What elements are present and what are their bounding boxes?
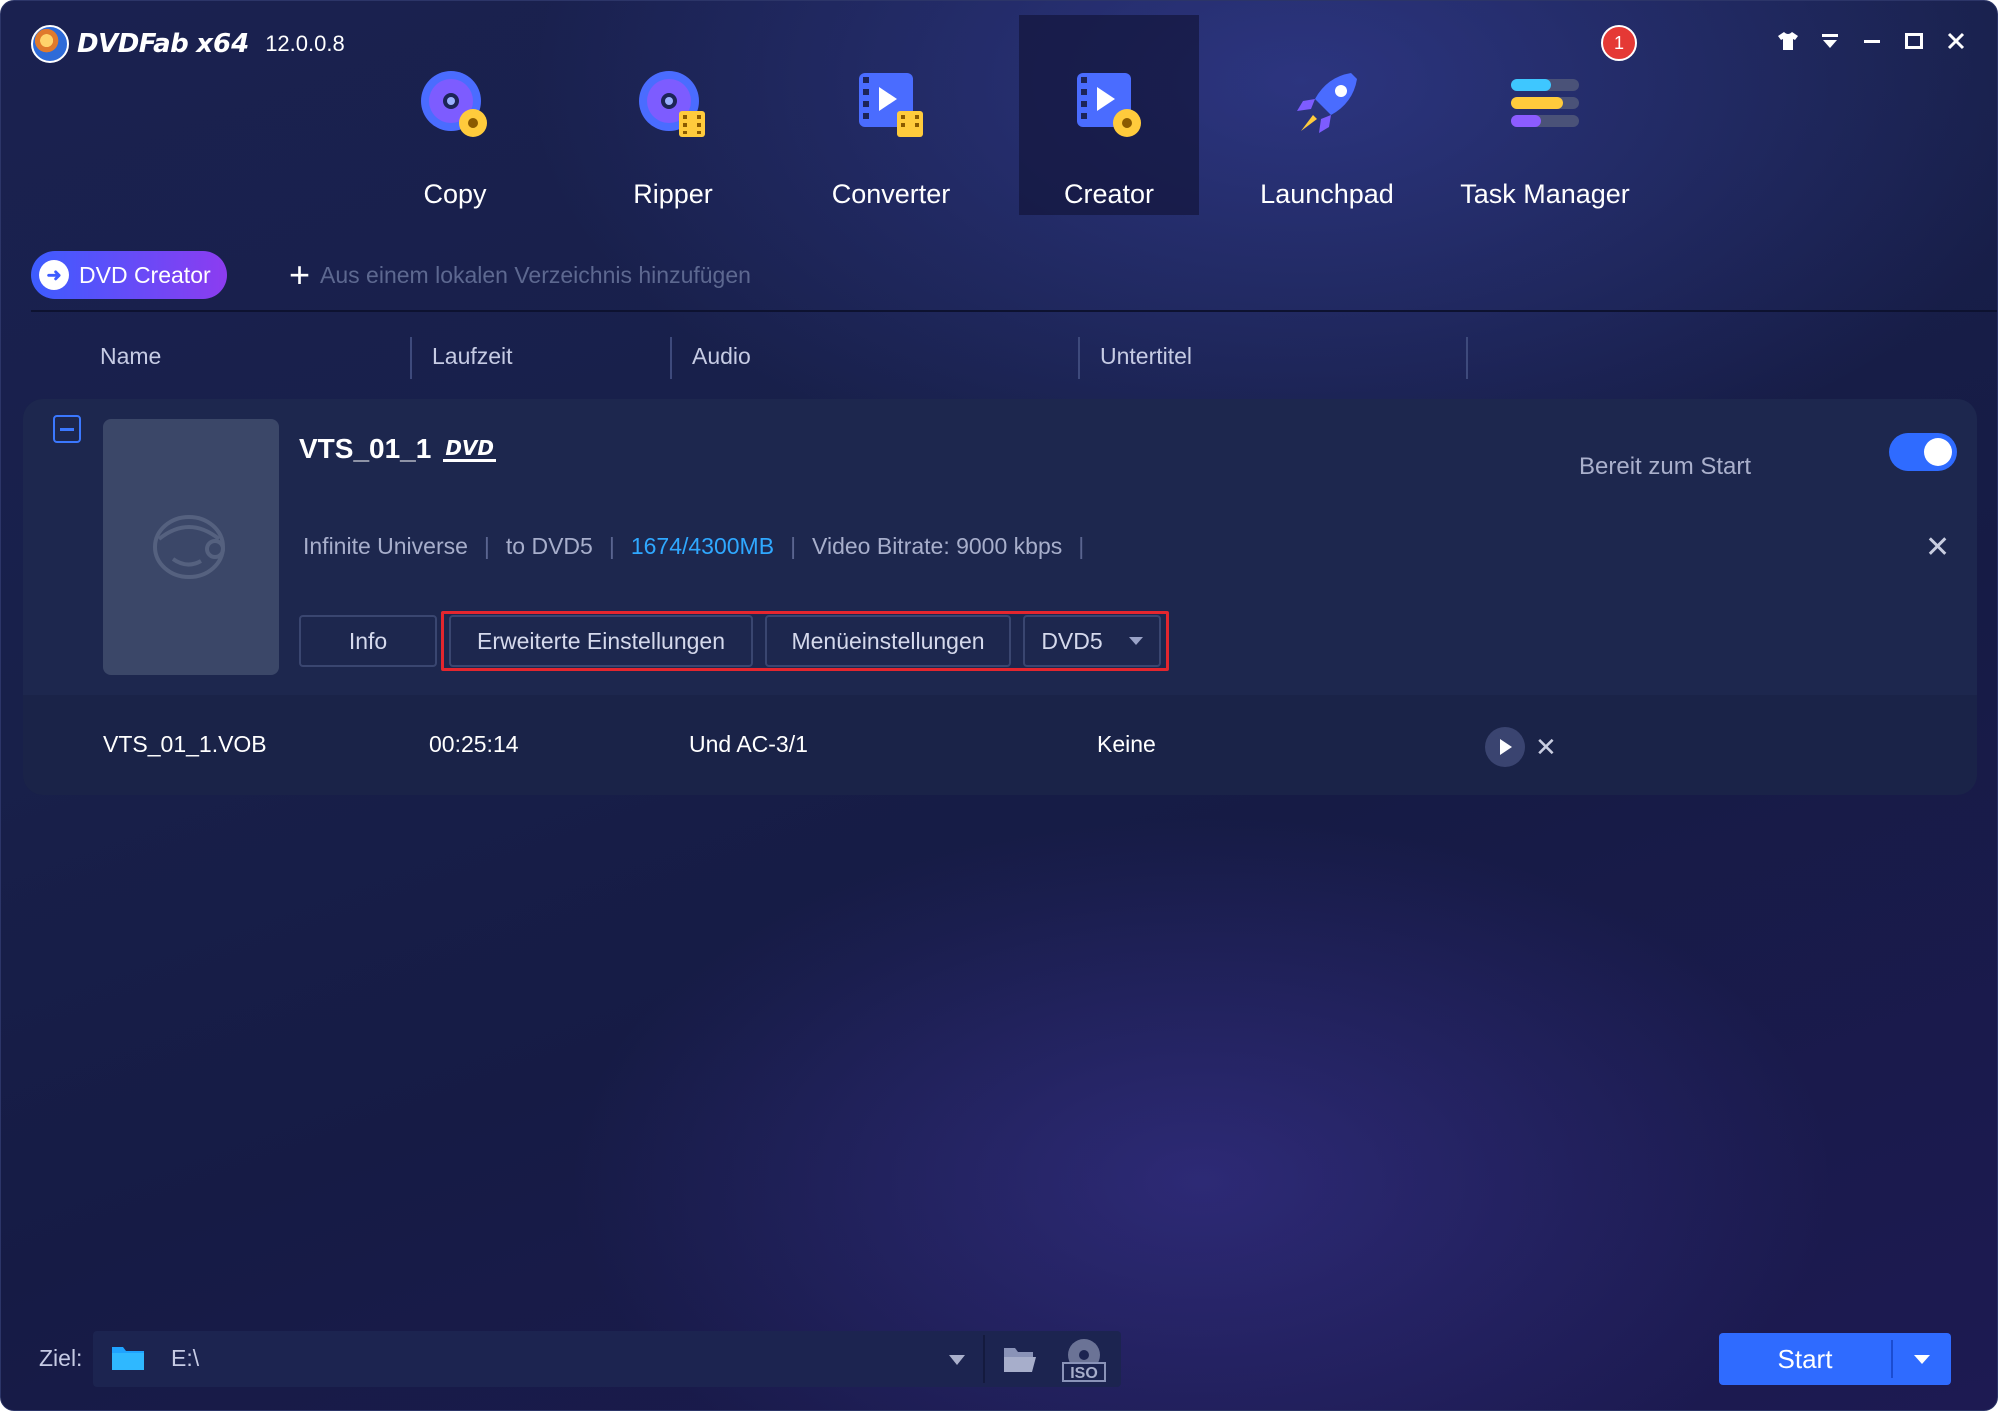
svg-text:ISO: ISO	[1070, 1365, 1098, 1382]
preview-play-icon[interactable]	[1485, 727, 1525, 767]
chevron-down-icon[interactable]	[949, 1355, 965, 1365]
task-card: VTS_01_1 DVD Bereit zum Start Infinite U…	[23, 399, 1977, 795]
source-title: Infinite Universe	[303, 533, 468, 559]
nav-label-copy: Copy	[423, 179, 487, 209]
nav-label-ripper: Ripper	[633, 179, 713, 209]
task-thumbnail	[103, 419, 279, 675]
task-enable-toggle[interactable]	[1889, 433, 1957, 471]
column-header-audio: Audio	[692, 343, 751, 369]
file-duration: 00:25:14	[429, 731, 519, 757]
rocket-icon	[1297, 73, 1357, 133]
nav-task-manager[interactable]: Task Manager	[1455, 15, 1635, 215]
column-header-name: Name	[100, 343, 162, 369]
nav-ripper[interactable]: Ripper	[583, 15, 763, 215]
start-button[interactable]: Start	[1719, 1333, 1951, 1385]
file-subtitle[interactable]: Keine	[1097, 731, 1156, 758]
nav-label-creator: Creator	[1063, 179, 1155, 209]
task-title-row: VTS_01_1 DVD	[299, 433, 497, 465]
start-button-label: Start	[1777, 1343, 1833, 1374]
column-header-laufzeit: Laufzeit	[432, 343, 513, 369]
column-header-untertitel: Untertitel	[1100, 343, 1193, 369]
table-row[interactable]: VTS_01_1.VOB 00:25:14 Und AC-3/1 Keine	[23, 695, 1977, 795]
video-bitrate: Video Bitrate: 9000 kbps	[812, 533, 1063, 559]
task-status: Bereit zum Start	[1579, 453, 1752, 480]
start-options-chevron-icon[interactable]	[1893, 1354, 1951, 1364]
dvd-video-logo-icon: DVD	[443, 435, 497, 462]
task-title: VTS_01_1	[299, 433, 432, 464]
nav-copy[interactable]: Copy	[365, 15, 545, 215]
dvd-creator-mode-button[interactable]: ➜ DVD Creator	[31, 251, 227, 299]
remove-file-icon[interactable]: ✕	[1535, 727, 1557, 767]
output-size: 1674/4300MB	[630, 533, 775, 559]
column-divider[interactable]	[410, 337, 412, 379]
task-meta-row: Infinite Universe | to DVD5 | 1674/4300M…	[303, 533, 1085, 559]
file-audio[interactable]: Und AC-3/1	[689, 731, 808, 758]
target-label: Ziel:	[39, 1345, 83, 1371]
ripper-disc-icon	[639, 71, 705, 137]
target-divider	[983, 1335, 985, 1383]
nav-launchpad[interactable]: Launchpad	[1237, 15, 1417, 215]
collapse-button[interactable]	[53, 415, 81, 443]
add-from-local-button[interactable]: + Aus einem lokalen Verzeichnis hinzufüg…	[289, 257, 751, 293]
placeholder-disc-icon	[153, 515, 225, 579]
nav-label-task-manager: Task Manager	[1460, 179, 1630, 209]
creator-film-disc-icon	[1077, 73, 1141, 137]
output-target: to DVD5	[505, 533, 593, 559]
iso-disc-icon[interactable]: ISO	[1059, 1337, 1109, 1383]
highlight-annotation	[441, 611, 1169, 671]
file-name: VTS_01_1.VOB	[103, 731, 267, 757]
nav-creator[interactable]: Creator	[1019, 15, 1199, 215]
toolbar-divider	[31, 310, 1997, 312]
copy-disc-icon	[421, 71, 487, 137]
remove-task-icon[interactable]: ✕	[1925, 533, 1950, 563]
nav-converter[interactable]: Converter	[801, 15, 981, 215]
nav-label-converter: Converter	[831, 179, 951, 209]
add-label: Aus einem lokalen Verzeichnis hinzufügen	[320, 261, 751, 288]
column-divider[interactable]	[1078, 337, 1080, 379]
arrow-right-circle-icon: ➜	[39, 260, 69, 290]
column-divider[interactable]	[670, 337, 672, 379]
mode-label: DVD Creator	[79, 261, 211, 288]
info-button[interactable]: Info	[299, 615, 437, 667]
browse-folder-icon[interactable]	[1003, 1345, 1037, 1373]
column-divider[interactable]	[1466, 337, 1468, 379]
dvdfab-window: DVDFab x64 12.0.0.8 1 Copy Ripper Conver…	[0, 0, 1998, 1411]
converter-film-icon	[859, 73, 923, 137]
target-path-field[interactable]	[93, 1331, 1121, 1387]
module-nav: Copy Ripper Converter Creator Launchpad …	[1, 15, 1997, 215]
folder-icon	[112, 1347, 144, 1370]
target-path-value: E:\	[171, 1345, 200, 1371]
nav-label-launchpad: Launchpad	[1260, 179, 1394, 209]
table-header: Name Laufzeit Audio Untertitel	[1, 331, 1997, 383]
plus-icon: +	[289, 254, 311, 295]
info-button-label: Info	[348, 627, 388, 654]
task-list-icon	[1511, 79, 1579, 127]
